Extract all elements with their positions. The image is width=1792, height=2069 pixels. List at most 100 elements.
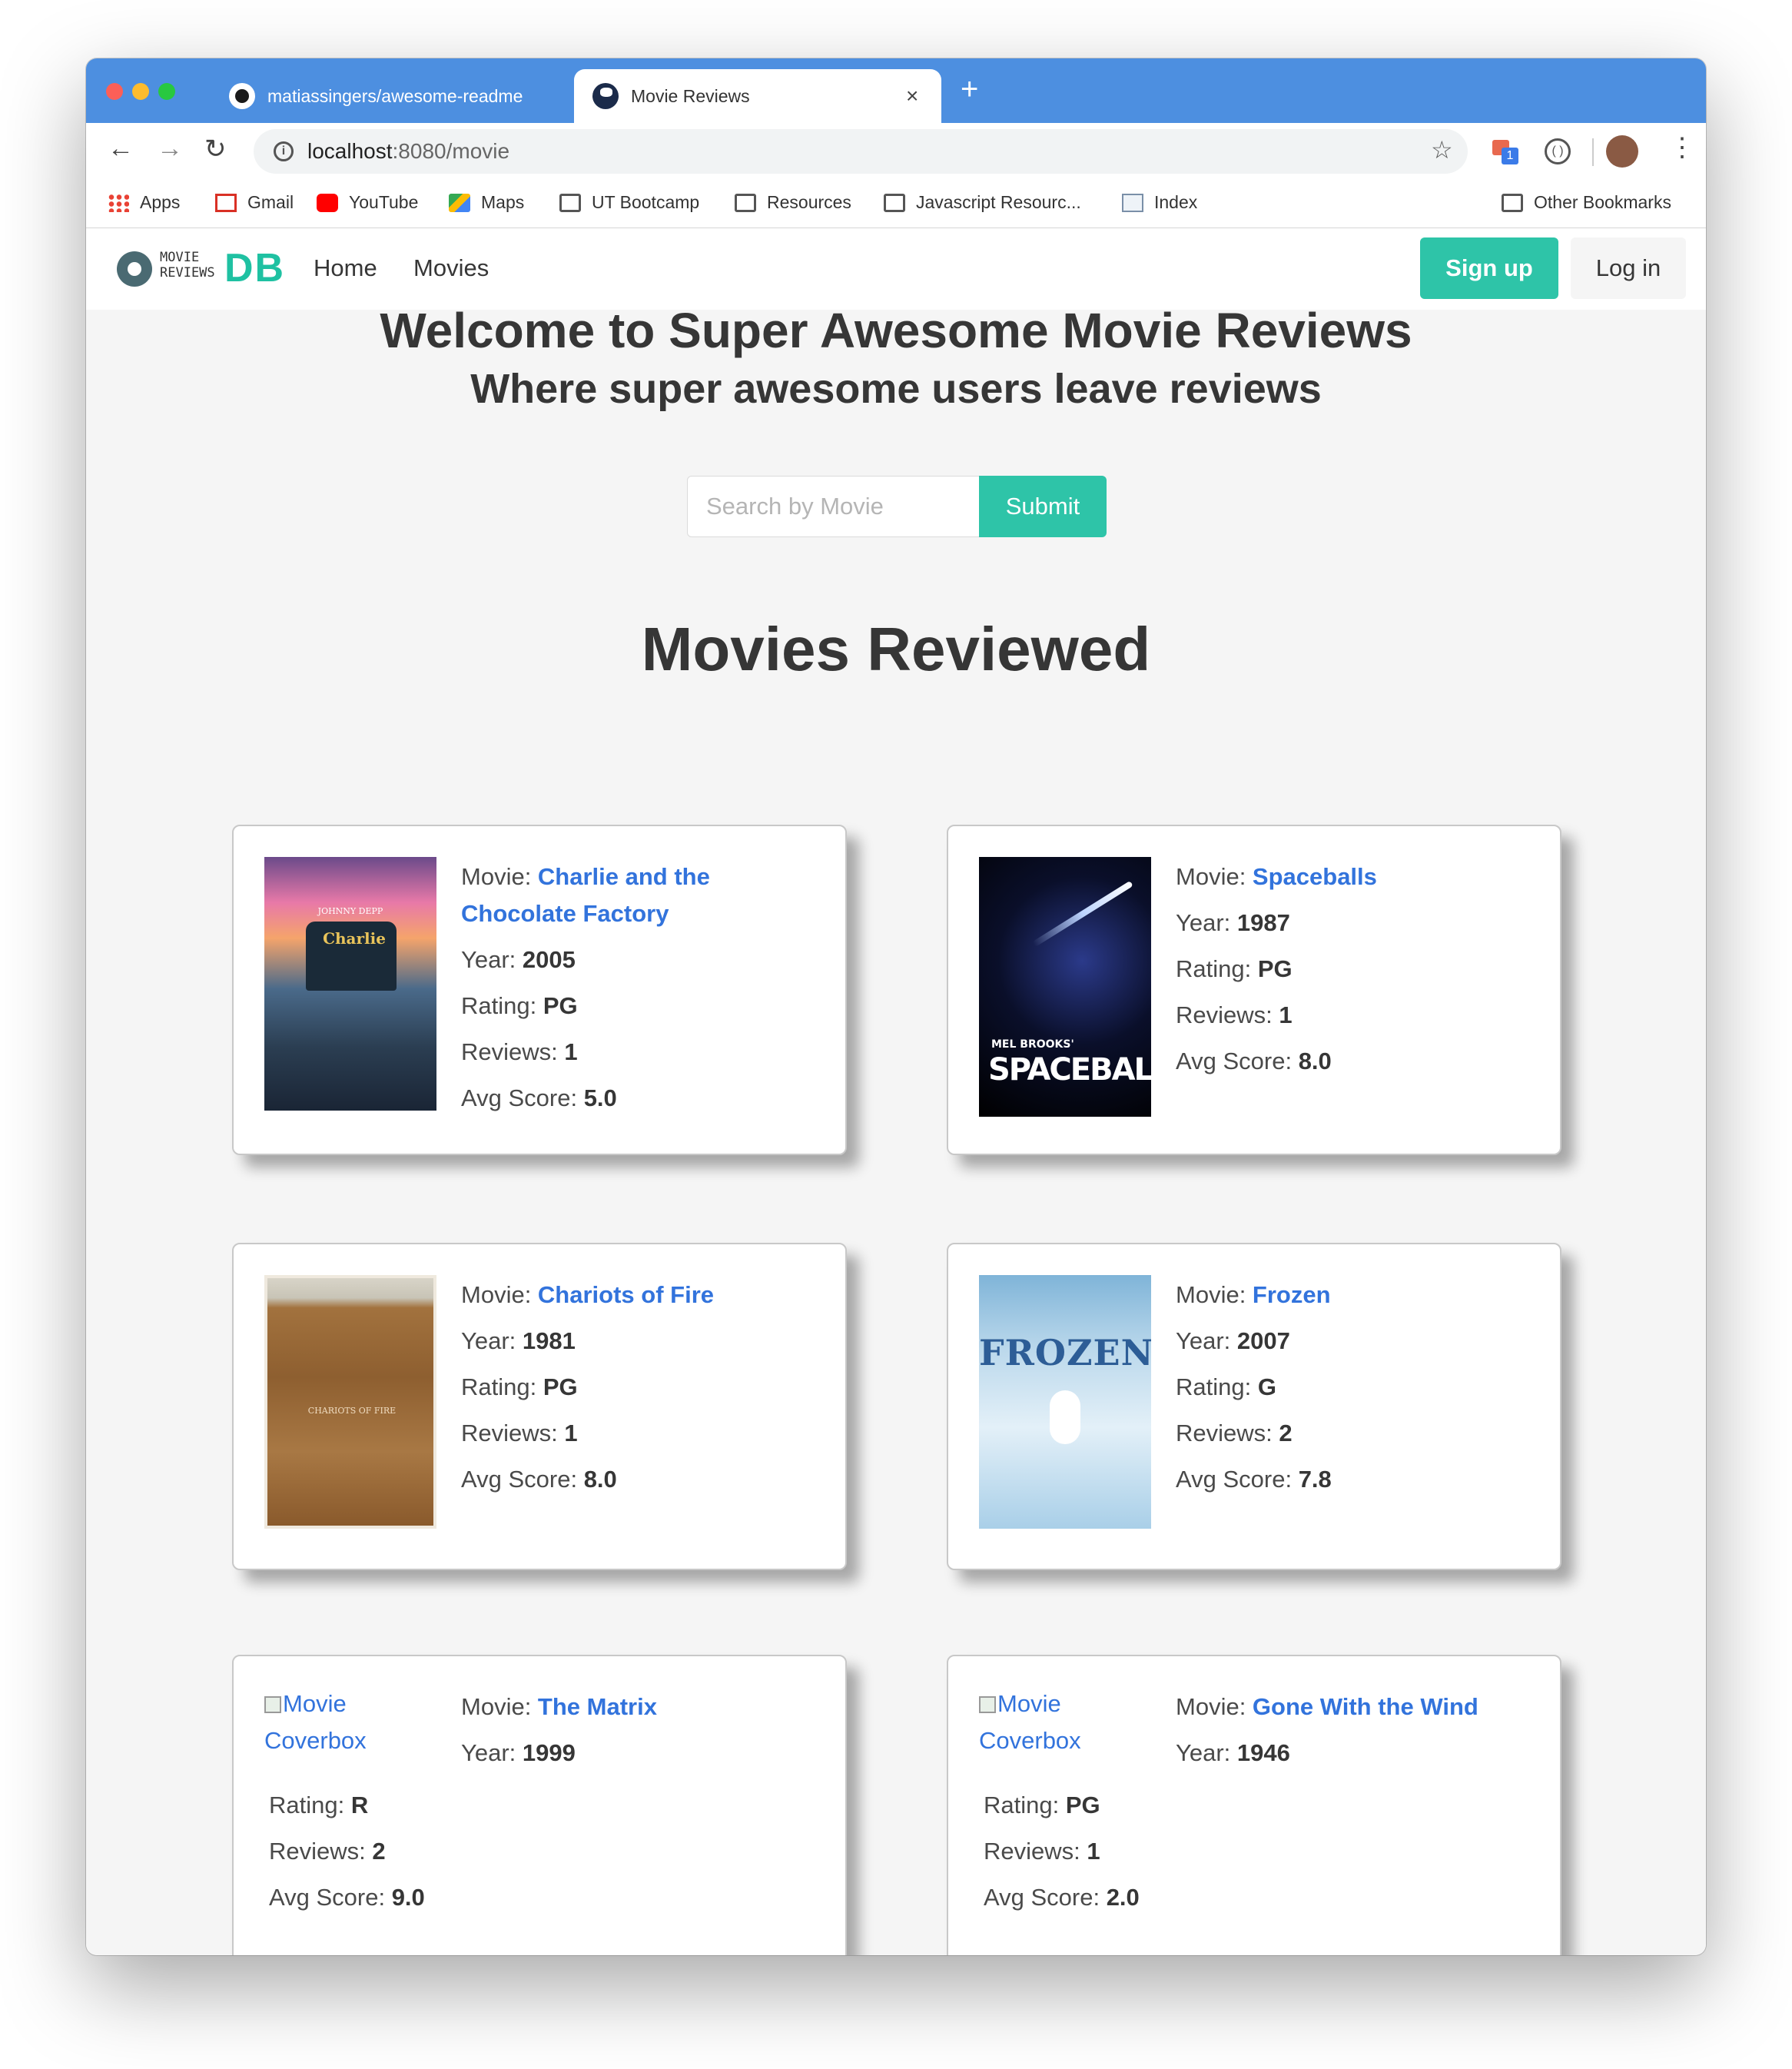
bookmark-label: Javascript Resourc... — [916, 192, 1081, 212]
bookmark-apps[interactable]: Apps — [108, 192, 180, 213]
broken-image-icon — [264, 1696, 281, 1713]
tab-movie-reviews[interactable]: Movie Reviews × — [574, 69, 941, 123]
movie-reviews: 1 — [564, 1420, 578, 1446]
movie-year: 1946 — [1236, 1739, 1290, 1766]
bookmark-gmail[interactable]: Gmail — [215, 192, 294, 213]
folder-icon — [735, 193, 756, 212]
extension-icon[interactable]: 1 — [1492, 140, 1518, 164]
movie-info: Movie: Gone With the Wind Year: 1946 — [1176, 1693, 1478, 1766]
reload-icon[interactable]: ↻ — [204, 134, 227, 164]
new-tab-button[interactable]: + — [961, 72, 978, 107]
broken-poster-image: Movie Coverbox — [979, 1690, 1081, 1754]
bookmark-label: Other Bookmarks — [1534, 192, 1671, 212]
tab-title: Movie Reviews — [631, 85, 750, 106]
movie-year: 1999 — [522, 1739, 576, 1766]
extension-badge: 1 — [1502, 148, 1518, 164]
login-button[interactable]: Log in — [1571, 237, 1686, 299]
movie-info-lower: Rating: PG Reviews: 1 Avg Score: 2.0 — [984, 1792, 1140, 1911]
movie-year: 1981 — [522, 1327, 576, 1354]
bookmark-label: Index — [1154, 192, 1198, 212]
movie-avg-score: 2.0 — [1106, 1884, 1140, 1911]
apps-grid-icon — [108, 193, 129, 212]
close-window-button[interactable] — [106, 83, 123, 100]
bookmark-ut-bootcamp[interactable]: UT Bootcamp — [559, 192, 699, 213]
bookmark-youtube[interactable]: YouTube — [317, 192, 418, 213]
back-arrow-icon[interactable]: ← — [108, 134, 134, 164]
youtube-icon — [317, 193, 338, 212]
broken-image-icon — [979, 1696, 996, 1713]
movie-title-link[interactable]: The Matrix — [538, 1693, 657, 1720]
maps-icon — [449, 193, 470, 212]
extension-icon-2[interactable]: ( ) — [1545, 138, 1571, 164]
movie-title-link[interactable]: Gone With the Wind — [1253, 1693, 1478, 1720]
bookmark-index[interactable]: Index — [1122, 192, 1197, 213]
site-logo[interactable]: MOVIE REVIEWS DB — [117, 245, 284, 293]
movie-year: 2005 — [522, 946, 576, 973]
movie-info: Movie: Chariots of Fire Year: 1981 Ratin… — [461, 1281, 715, 1493]
close-icon[interactable]: × — [906, 84, 918, 108]
forward-arrow-icon[interactable]: → — [157, 134, 183, 164]
bookmark-resources[interactable]: Resources — [735, 192, 851, 213]
broken-poster-image: Movie Coverbox — [264, 1690, 367, 1754]
movie-rating: PG — [1065, 1792, 1100, 1818]
movie-card: CHARIOTS OF FIRE Movie: Chariots of Fire… — [232, 1243, 847, 1570]
movie-rating: PG — [543, 1373, 578, 1400]
logo-small-text: MOVIE REVIEWS — [160, 250, 215, 281]
profile-avatar[interactable] — [1606, 135, 1638, 168]
movie-title-link[interactable]: Chariots of Fire — [538, 1281, 714, 1308]
search-input[interactable] — [687, 476, 981, 537]
movie-year: 1987 — [1236, 909, 1290, 936]
movie-card: Movie Coverbox Movie: The Matrix Year: 19… — [232, 1655, 847, 1955]
movie-card: JOHNNY DEPP Charlie Movie: Charlie and t… — [232, 825, 847, 1155]
movie-rating: PG — [1257, 955, 1293, 982]
folder-icon — [884, 193, 905, 212]
nav-home-link[interactable]: Home — [314, 254, 377, 282]
address-bar[interactable]: i localhost:8080/movie — [254, 129, 1468, 174]
movie-rating: PG — [543, 992, 578, 1019]
movie-poster: FROZEN — [979, 1275, 1151, 1529]
bookmark-label: Resources — [767, 192, 851, 212]
movie-avg-score: 9.0 — [391, 1884, 425, 1911]
section-title: Movies Reviewed — [641, 615, 1151, 683]
movie-poster: CHARIOTS OF FIRE — [264, 1275, 436, 1529]
document-icon — [1122, 193, 1143, 212]
nav-movies-link[interactable]: Movies — [413, 254, 489, 282]
movie-avg-score: 8.0 — [1298, 1048, 1332, 1074]
url-text: localhost:8080/movie — [307, 139, 510, 163]
movie-rating: G — [1257, 1373, 1276, 1400]
toolbar-divider — [1592, 138, 1594, 166]
bookmark-maps[interactable]: Maps — [449, 192, 524, 213]
gmail-icon — [215, 193, 237, 212]
bookmark-javascript-resources[interactable]: Javascript Resourc... — [884, 192, 1081, 213]
logo-db-text: DB — [224, 246, 286, 291]
movie-info: Movie: The Matrix Year: 1999 — [461, 1693, 657, 1766]
page-content: MOVIE REVIEWS DB Home Movies Sign up Log… — [86, 228, 1706, 1955]
minimize-window-button[interactable] — [132, 83, 149, 100]
movie-info: Movie: Spaceballs Year: 1987 Rating: PG … — [1176, 863, 1377, 1074]
movie-info-lower: Rating: R Reviews: 2 Avg Score: 9.0 — [269, 1792, 425, 1911]
movie-reviews: 1 — [564, 1038, 578, 1065]
browser-window: matiassingers/awesome-readme × Movie Rev… — [86, 58, 1706, 1955]
film-reel-icon — [117, 251, 152, 287]
movie-avg-score: 5.0 — [583, 1084, 617, 1111]
bookmark-other[interactable]: Other Bookmarks — [1502, 192, 1671, 213]
bookmark-label: YouTube — [349, 192, 419, 212]
menu-kebab-icon[interactable]: ⋮ — [1669, 132, 1695, 163]
tab-title: matiassingers/awesome-readme — [267, 85, 523, 106]
browser-toolbar: ← → ↻ i localhost:8080/movie ☆ 1 ( ) ⋮ — [86, 123, 1706, 183]
movie-poster: JOHNNY DEPP Charlie — [264, 857, 436, 1111]
maximize-window-button[interactable] — [158, 83, 175, 100]
info-icon[interactable]: i — [274, 141, 294, 161]
movie-title-link[interactable]: Spaceballs — [1253, 863, 1377, 890]
movie-info: Movie: Charlie and the Chocolate Factory… — [461, 863, 710, 1111]
movie-reviews: 2 — [372, 1838, 386, 1865]
movie-year: 2007 — [1236, 1327, 1290, 1354]
movie-title-link[interactable]: Frozen — [1253, 1281, 1331, 1308]
bookmark-star-icon[interactable]: ☆ — [1431, 135, 1453, 164]
globe-icon — [592, 83, 619, 109]
movie-avg-score: 7.8 — [1298, 1466, 1332, 1493]
signup-button[interactable]: Sign up — [1420, 237, 1558, 299]
submit-button[interactable]: Submit — [979, 476, 1107, 537]
movie-card: Movie Coverbox Movie: Gone With the Wind … — [947, 1655, 1561, 1955]
bookmark-label: Maps — [481, 192, 525, 212]
